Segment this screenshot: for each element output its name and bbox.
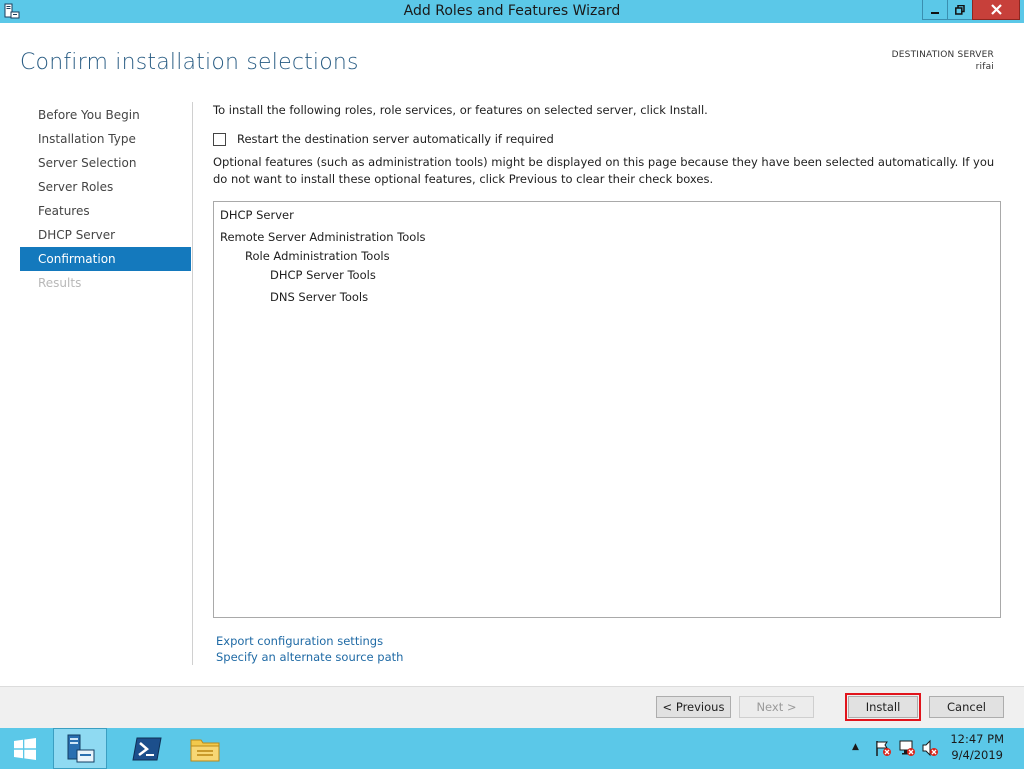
- powershell-icon: [132, 737, 162, 760]
- list-item: DHCP Server Tools: [270, 268, 376, 282]
- network-icon[interactable]: [898, 739, 916, 757]
- window-title: Add Roles and Features Wizard: [403, 3, 621, 19]
- destination-server-name: rifai: [975, 62, 994, 72]
- restart-checkbox[interactable]: [213, 132, 226, 146]
- list-item: Role Administration Tools: [245, 249, 390, 263]
- show-hidden-icons-button[interactable]: ▲: [852, 742, 859, 752]
- taskbar-clock[interactable]: 12:47 PM 9/4/2019: [950, 731, 1004, 763]
- nav-item-before-you-begin[interactable]: Before You Begin: [20, 103, 191, 127]
- intro-text: To install the following roles, role ser…: [213, 103, 708, 117]
- restart-label[interactable]: Restart the destination server automatic…: [237, 132, 554, 146]
- selections-list: DHCP Server Remote Server Administration…: [213, 201, 1001, 618]
- folder-icon: [190, 739, 220, 761]
- taskbar: [0, 728, 1024, 769]
- install-button[interactable]: Install: [845, 693, 921, 721]
- list-item: DNS Server Tools: [270, 290, 369, 304]
- nav-item-confirmation[interactable]: Confirmation: [20, 247, 191, 271]
- nav-item-server-selection[interactable]: Server Selection: [20, 151, 191, 175]
- clock-time: 12:47 PM: [950, 732, 1004, 746]
- cancel-button[interactable]: Cancel: [929, 696, 1004, 718]
- taskbar-powershell[interactable]: [120, 728, 174, 769]
- nav-item-installation-type[interactable]: Installation Type: [20, 127, 191, 151]
- previous-button[interactable]: < Previous: [656, 696, 731, 718]
- title-bar: Add Roles and Features Wizard: [0, 0, 1024, 23]
- nav-item-results: Results: [38, 276, 82, 290]
- list-item: DHCP Server: [220, 208, 294, 222]
- start-button[interactable]: [0, 728, 50, 769]
- restore-icon: [955, 4, 965, 15]
- close-button[interactable]: [972, 0, 1020, 20]
- alternate-source-link[interactable]: Specify an alternate source path: [216, 650, 403, 664]
- nav-item-server-roles[interactable]: Server Roles: [20, 175, 191, 199]
- nav-divider: [192, 102, 193, 665]
- nav-item-dhcp-server[interactable]: DHCP Server: [20, 223, 191, 247]
- destination-server: DESTINATION SERVER rifai: [892, 49, 994, 73]
- list-item: Remote Server Administration Tools: [220, 230, 426, 244]
- page-title: Confirm installation selections: [20, 50, 359, 75]
- taskbar-server-manager[interactable]: [53, 728, 107, 769]
- close-icon: [990, 4, 1002, 15]
- wizard-nav: Before You Begin Installation Type Serve…: [20, 103, 191, 295]
- volume-muted-icon[interactable]: [921, 739, 939, 757]
- restart-option[interactable]: Restart the destination server automatic…: [213, 132, 554, 146]
- nav-item-features[interactable]: Features: [20, 199, 191, 223]
- server-manager-icon: [67, 734, 95, 762]
- minimize-icon: [931, 11, 939, 14]
- windows-logo-icon: [14, 737, 36, 760]
- window-controls: [922, 0, 1020, 20]
- minimize-button[interactable]: [922, 0, 948, 20]
- taskbar-file-explorer[interactable]: [178, 728, 232, 769]
- destination-server-label: DESTINATION SERVER: [891, 50, 994, 60]
- action-center-flag-icon[interactable]: [874, 739, 892, 757]
- clock-date: 9/4/2019: [951, 748, 1003, 762]
- export-configuration-link[interactable]: Export configuration settings: [216, 634, 383, 648]
- restore-button[interactable]: [947, 0, 973, 20]
- next-button: Next >: [739, 696, 814, 718]
- optional-features-note: Optional features (such as administratio…: [213, 155, 995, 186]
